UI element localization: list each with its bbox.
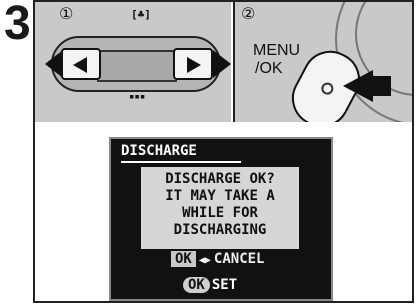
title-underline: [121, 161, 241, 163]
set-label: SET: [211, 277, 238, 293]
right-triangle-icon: [187, 57, 201, 73]
press-arrow-icon: [343, 70, 373, 102]
step-number: 3: [4, 0, 31, 50]
message-line: IT MAY TAKE A: [165, 188, 275, 204]
message-line: DISCHARGE OK?: [165, 171, 275, 187]
playback-zoom-icon: [♣]: [131, 8, 151, 21]
callout-one: ①: [59, 4, 74, 23]
right-button[interactable]: [173, 48, 213, 80]
menu-label-line2: /OK: [255, 60, 283, 77]
option-ok[interactable]: OK: [171, 251, 196, 267]
camera-rocker-photo: ① [♣] ▪▪▪: [35, 2, 231, 122]
rocker-bar: [97, 50, 177, 82]
button-dot-icon: [319, 80, 336, 97]
ok-pill: OK: [183, 277, 210, 293]
lcd-screen: DISCHARGE DISCHARGE OK? IT MAY TAKE A WH…: [109, 137, 333, 301]
message-line: WHILE FOR: [182, 205, 258, 221]
left-triangle-icon: [73, 57, 87, 73]
message-line: DISCHARGING: [173, 222, 267, 238]
option-cancel[interactable]: CANCEL: [214, 251, 265, 267]
message-box: DISCHARGE OK? IT MAY TAKE A WHILE FOR DI…: [141, 167, 299, 249]
left-right-arrows-icon: ◀▶: [198, 255, 211, 266]
choice-row: OK ◀▶ CANCEL: [171, 251, 264, 267]
menu-label-line1: MENU: [253, 42, 301, 59]
screen-title: DISCHARGE: [121, 143, 197, 159]
left-button[interactable]: [61, 48, 101, 80]
callout-two: ②: [241, 4, 256, 23]
press-right-arrow-icon: [213, 50, 231, 78]
set-row: OK SET: [183, 277, 237, 293]
menu-ok-label: MENU /OK: [253, 42, 300, 78]
camera-menu-button-photo: ② MENU /OK: [233, 2, 412, 122]
thumbnail-icon: ▪▪▪: [129, 92, 146, 102]
instruction-frame: ① [♣] ▪▪▪ ② MENU /OK DISCHARGE DISCHARGE…: [33, 0, 414, 303]
